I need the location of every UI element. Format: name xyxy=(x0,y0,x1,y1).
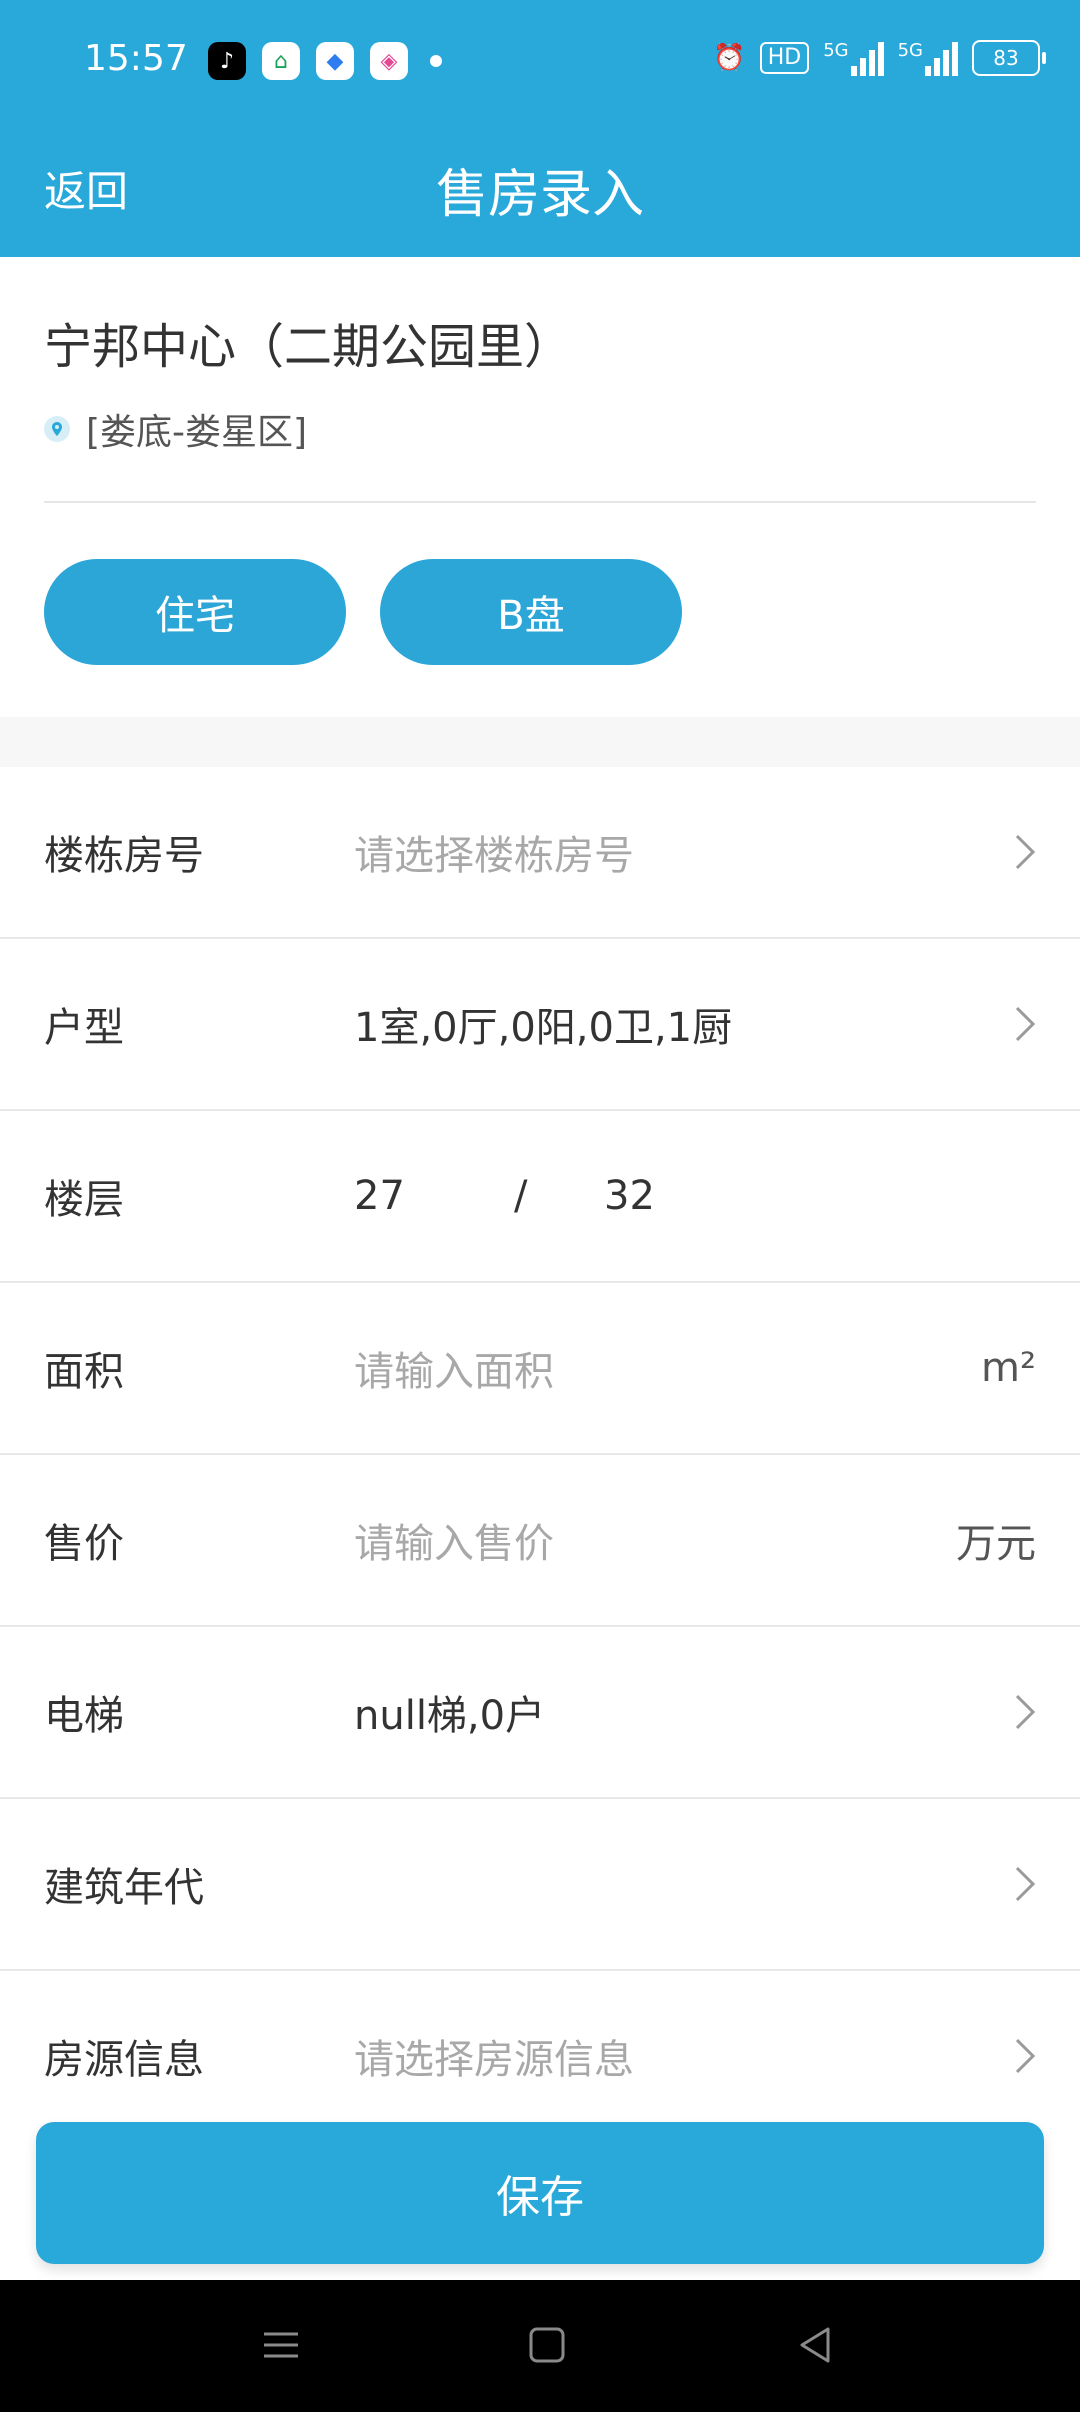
status-app-icons: ♪ ⌂ ◆ ◈ xyxy=(208,42,442,80)
row-building[interactable]: 楼栋房号 请选择楼栋房号 xyxy=(0,767,1080,939)
battery-icon: 83 xyxy=(972,40,1046,76)
back-triangle-icon[interactable] xyxy=(790,2320,840,2370)
source-select[interactable]: 请选择房源信息 xyxy=(354,2027,634,2085)
tag-residential[interactable]: 住宅 xyxy=(44,559,346,665)
chevron-right-icon xyxy=(1015,1694,1036,1730)
area-unit: m² xyxy=(981,1345,1036,1391)
status-bar: 15:57 ♪ ⌂ ◆ ◈ ⏰ HD 5G 5G 83 xyxy=(0,0,1080,124)
notification-dot-icon xyxy=(430,55,442,67)
layout-label: 户型 xyxy=(44,1005,124,1051)
chevron-right-icon xyxy=(1015,1866,1036,1902)
top-bar: 15:57 ♪ ⌂ ◆ ◈ ⏰ HD 5G 5G 83 返回 售房录入 xyxy=(0,0,1080,257)
source-label: 房源信息 xyxy=(44,2037,204,2083)
building-label: 楼栋房号 xyxy=(44,833,204,879)
layout-value[interactable]: 1室,0厅,0阳,0卫,1厨 xyxy=(354,995,732,1053)
area-label: 面积 xyxy=(44,1349,124,1395)
signal-icon: 5G xyxy=(898,40,958,76)
home-app-icon: ⌂ xyxy=(262,42,300,80)
row-price: 售价 请输入售价 万元 xyxy=(0,1455,1080,1627)
property-tags: 住宅 B盘 xyxy=(44,559,682,665)
chevron-right-icon xyxy=(1015,1006,1036,1042)
save-area: 保存 xyxy=(0,2100,1080,2280)
location-pin-icon xyxy=(44,416,70,442)
project-location: [娄底-娄星区] xyxy=(44,403,307,455)
chevron-right-icon xyxy=(1015,2038,1036,2074)
alarm-icon: ⏰ xyxy=(713,43,746,73)
hd-icon: HD xyxy=(759,42,810,74)
row-layout[interactable]: 户型 1室,0厅,0阳,0卫,1厨 xyxy=(0,939,1080,1111)
tag-b-plan[interactable]: B盘 xyxy=(380,559,682,665)
floor-label: 楼层 xyxy=(44,1177,124,1223)
building-select[interactable]: 请选择楼栋房号 xyxy=(354,823,634,881)
signal-icon: 5G xyxy=(823,40,884,76)
floor-total-input[interactable]: 32 xyxy=(604,1173,655,1219)
tiktok-icon: ♪ xyxy=(208,42,246,80)
project-name: 宁邦中心（二期公园里） xyxy=(44,319,573,375)
row-year[interactable]: 建筑年代 xyxy=(0,1799,1080,1971)
price-input[interactable]: 请输入售价 xyxy=(354,1511,554,1569)
row-floor: 楼层 27 / 32 xyxy=(0,1111,1080,1283)
section-gap xyxy=(0,717,1080,767)
page-header: 返回 售房录入 xyxy=(0,124,1080,257)
elevator-label: 电梯 xyxy=(44,1693,124,1739)
year-label: 建筑年代 xyxy=(44,1865,204,1911)
elevator-value[interactable]: null梯,0户 xyxy=(354,1683,545,1741)
page-title: 售房录入 xyxy=(435,165,644,225)
area-input[interactable]: 请输入面积 xyxy=(354,1339,554,1397)
pink-app-icon: ◈ xyxy=(370,42,408,80)
blue-app-icon: ◆ xyxy=(316,42,354,80)
row-elevator[interactable]: 电梯 null梯,0户 xyxy=(0,1627,1080,1799)
location-text: [娄底-娄星区] xyxy=(86,412,308,453)
divider xyxy=(44,501,1036,503)
price-unit: 万元 xyxy=(956,1521,1036,1567)
floor-separator: / xyxy=(514,1173,528,1219)
network-label: 5G xyxy=(897,40,923,61)
row-area: 面积 请输入面积 m² xyxy=(0,1283,1080,1455)
floor-current-input[interactable]: 27 xyxy=(354,1173,405,1219)
sale-form: 楼栋房号 请选择楼栋房号 户型 1室,0厅,0阳,0卫,1厨 楼层 27 / 3… xyxy=(0,767,1080,2143)
menu-icon[interactable] xyxy=(256,2320,306,2370)
home-square-icon[interactable] xyxy=(522,2320,572,2370)
chevron-right-icon xyxy=(1015,834,1036,870)
system-nav-bar xyxy=(0,2280,1080,2412)
network-label: 5G xyxy=(823,40,849,61)
status-right-icons: ⏰ HD 5G 5G 83 xyxy=(713,40,1046,76)
status-time: 15:57 xyxy=(84,38,188,79)
project-info: 宁邦中心（二期公园里） [娄底-娄星区] 住宅 B盘 xyxy=(0,257,1080,717)
save-button[interactable]: 保存 xyxy=(36,2122,1044,2264)
price-label: 售价 xyxy=(44,1521,124,1567)
battery-level: 83 xyxy=(993,46,1019,70)
